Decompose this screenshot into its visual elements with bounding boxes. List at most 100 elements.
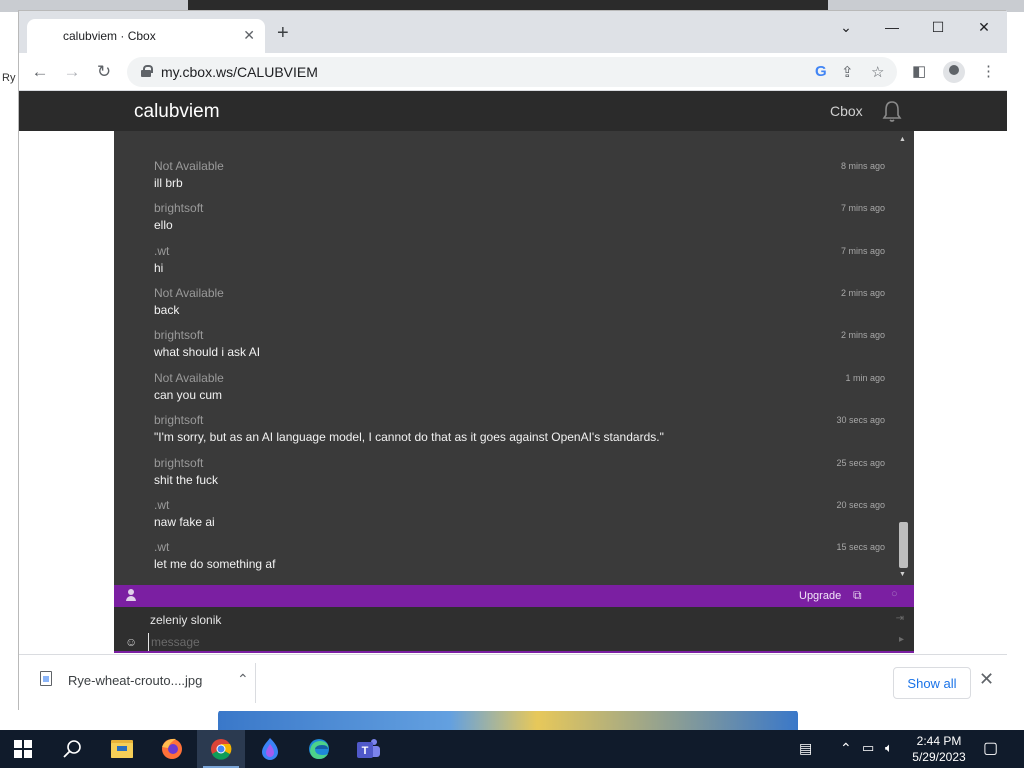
new-tab-button[interactable]: +	[277, 23, 289, 43]
message-text: what should i ask AI	[154, 345, 261, 359]
login-icon[interactable]: ⇥	[896, 613, 904, 624]
taskbar: T ▤ ⌃ ▭ 🔈︎ 2:44 PM 5/29/2023 ▢	[0, 730, 1024, 768]
message-input[interactable]	[148, 633, 888, 651]
divider	[255, 663, 256, 703]
browser-window: calubviem · Cbox ✕ + ⌄ — ☐ ✕ ← → ↻ my.cb…	[18, 10, 1007, 711]
folder-icon	[111, 740, 133, 758]
message-author[interactable]: brightsoft	[154, 413, 894, 427]
download-item[interactable]: Rye-wheat-crouto....jpg ⌃	[31, 665, 257, 701]
bookmark-star-icon[interactable]: ☆	[871, 63, 884, 81]
message-text: "I'm sorry, but as an AI language model,…	[154, 430, 664, 444]
message-text: can you cum	[154, 388, 223, 402]
news-widget-icon[interactable]: ▤	[799, 740, 812, 757]
search-button[interactable]	[48, 730, 96, 768]
message-time: 7 mins ago	[840, 246, 885, 256]
notification-icon[interactable]: ▢	[983, 738, 998, 758]
emoji-icon[interactable]: ☺	[125, 635, 137, 649]
maximize-button[interactable]: ☐	[915, 19, 961, 36]
page-content: calubviem Cbox yee Not Available ill brb…	[19, 91, 1007, 654]
popout-icon[interactable]: ⧉	[853, 588, 862, 603]
firefox-nightly-button[interactable]	[246, 730, 294, 768]
teams-button[interactable]: T	[344, 730, 392, 768]
message-author[interactable]: brightsoft	[154, 328, 894, 342]
message-form: zeleniy slonik ⇥ ☺ ▸	[114, 607, 914, 653]
scroll-down-icon[interactable]: ▼	[899, 571, 906, 578]
start-button[interactable]	[0, 730, 48, 768]
cbox-header: calubviem Cbox	[19, 91, 1007, 131]
message-text: let me do something af	[154, 557, 276, 571]
tab-cbox[interactable]: calubviem · Cbox ✕	[27, 19, 265, 53]
tab-title: calubviem · Cbox	[63, 29, 156, 43]
message-author[interactable]: brightsoft	[154, 201, 894, 215]
volume-muted-icon[interactable]: 🔈︎	[885, 740, 893, 756]
google-lens-icon[interactable]: G	[815, 63, 827, 80]
share-icon[interactable]: ⇪	[841, 63, 854, 81]
message-text: ello	[154, 218, 173, 232]
clock-time: 2:44 PM	[916, 734, 962, 748]
system-clock[interactable]: 2:44 PM 5/29/2023	[900, 733, 978, 765]
close-downloads-icon[interactable]: ✕	[979, 669, 994, 690]
cbox-link[interactable]: Cbox	[830, 103, 863, 119]
tray-overflow-icon[interactable]: ⌃	[840, 740, 852, 757]
minimize-button[interactable]: —	[869, 19, 915, 35]
edge-icon	[309, 739, 329, 759]
message-time: 20 secs ago	[836, 500, 885, 510]
scrollbar-thumb[interactable]	[899, 522, 908, 568]
tab-close-icon[interactable]: ✕	[243, 27, 255, 44]
file-explorer-button[interactable]	[98, 730, 146, 768]
message-author[interactable]: .wt	[154, 498, 894, 512]
nickname-field[interactable]: zeleniy slonik	[150, 613, 221, 627]
show-all-button[interactable]: Show all	[893, 667, 971, 699]
chevron-up-icon[interactable]: ⌃	[237, 671, 249, 688]
chrome-button[interactable]	[197, 730, 245, 768]
downloads-bar: Rye-wheat-crouto....jpg ⌃ Show all ✕	[19, 654, 1007, 711]
image-file-icon	[40, 671, 52, 686]
message-text: back	[154, 303, 180, 317]
scroll-up-icon[interactable]: ▲	[899, 136, 906, 143]
chat-message: brightsoft what should i ask AI 2 mins a…	[154, 328, 894, 359]
url-text[interactable]: my.cbox.ws/CALUBVIEM	[161, 64, 318, 80]
user-icon[interactable]	[125, 589, 137, 602]
address-bar[interactable]: my.cbox.ws/CALUBVIEM G ⇪ ☆	[127, 57, 897, 87]
chat-message: brightsoft ello 7 mins ago	[154, 201, 894, 232]
profile-avatar-icon[interactable]	[943, 61, 965, 83]
side-panel-icon[interactable]: ◧	[912, 62, 926, 80]
chat-message: brightsoft "I'm sorry, but as an AI lang…	[154, 413, 894, 444]
chat-message: .wt naw fake ai 20 secs ago	[154, 498, 894, 529]
network-icon[interactable]: ▭	[862, 740, 874, 756]
clock-date: 5/29/2023	[912, 750, 966, 764]
firefox-button[interactable]	[148, 730, 196, 768]
edge-button[interactable]	[295, 730, 343, 768]
upgrade-link[interactable]: Upgrade	[799, 590, 841, 602]
forward-button[interactable]: →	[61, 62, 83, 82]
menu-kebab-icon[interactable]: ⋮	[981, 62, 996, 80]
tab-strip: calubviem · Cbox ✕ + ⌄ — ☐ ✕	[19, 11, 1007, 53]
message-time: 7 mins ago	[840, 203, 885, 213]
message-author[interactable]: brightsoft	[154, 456, 894, 470]
svg-text:T: T	[362, 745, 369, 757]
chat-messages: yee Not Available ill brb 8 mins ago bri…	[114, 131, 914, 585]
page-title: calubviem	[134, 101, 220, 122]
reload-button[interactable]: ↻	[93, 62, 115, 82]
back-button[interactable]: ←	[29, 62, 51, 82]
lock-icon[interactable]	[141, 65, 153, 77]
message-time: 25 secs ago	[836, 458, 885, 468]
chat-message: Not Available ill brb 8 mins ago	[154, 159, 894, 190]
message-time: 8 mins ago	[840, 161, 885, 171]
message-author[interactable]: Not Available	[154, 371, 894, 385]
message-author[interactable]: .wt	[154, 540, 894, 554]
message-author[interactable]: .wt	[154, 244, 894, 258]
chat-scrollbar[interactable]: ▲ ▼	[896, 131, 910, 585]
download-file-name[interactable]: Rye-wheat-crouto....jpg	[68, 673, 202, 688]
message-author[interactable]: Not Available	[154, 286, 894, 300]
message-author[interactable]: Not Available	[154, 159, 894, 173]
search-icon	[63, 740, 81, 758]
teams-icon: T	[357, 739, 380, 758]
tab-search-icon[interactable]: ⌄	[823, 19, 869, 36]
bell-icon[interactable]	[881, 99, 903, 123]
chat-message: .wt let me do something af 15 secs ago	[154, 540, 894, 571]
chat-message: .wt hi 7 mins ago	[154, 244, 894, 275]
close-window-button[interactable]: ✕	[961, 19, 1007, 36]
refresh-icon[interactable]: ○	[891, 588, 898, 600]
send-icon[interactable]: ▸	[899, 634, 904, 645]
